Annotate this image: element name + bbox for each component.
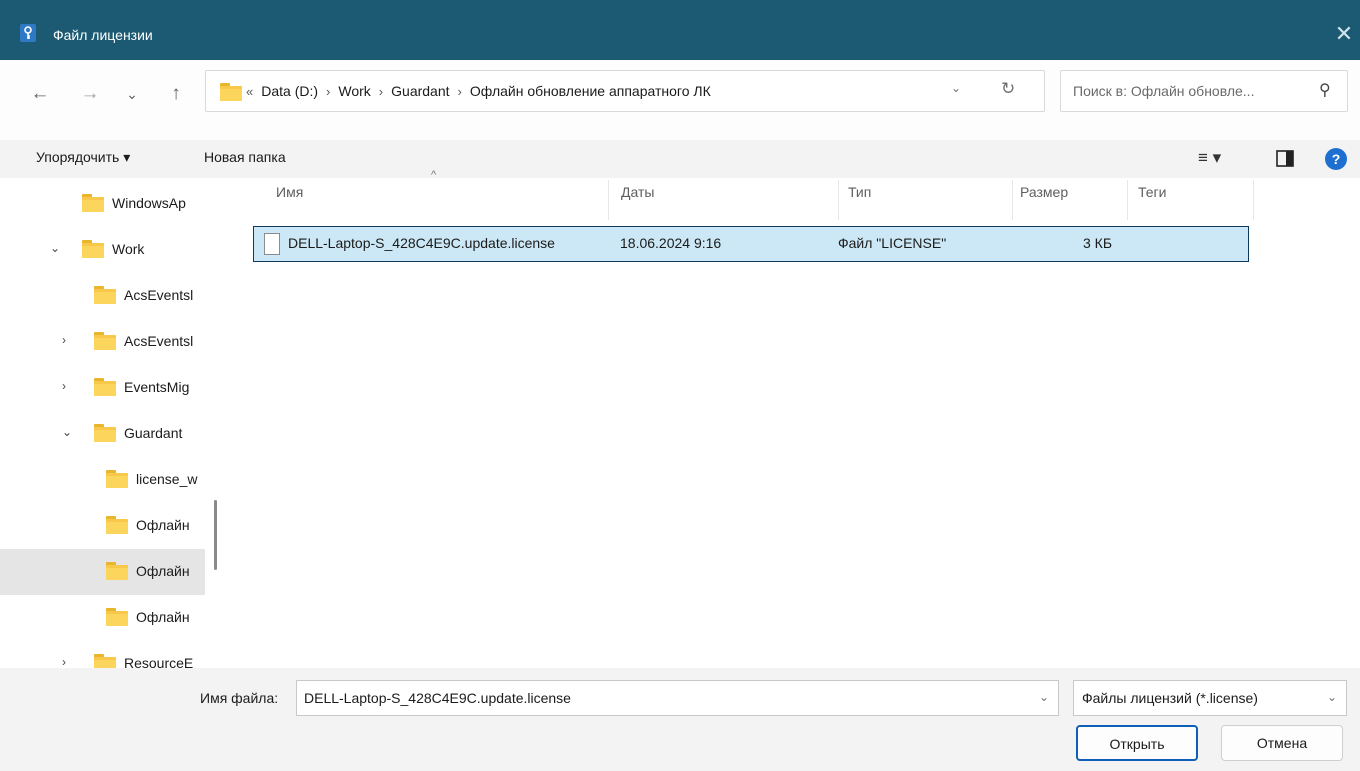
sidebar-item-label: Офлайн: [136, 517, 190, 533]
address-bar[interactable]: « Data (D:) › Work › Guardant › Офлайн о…: [205, 70, 1045, 112]
sidebar-item-work[interactable]: ⌄ Work: [0, 227, 205, 273]
sidebar-item-label: AcsEventsl: [124, 287, 194, 303]
sidebar-item-offline-2-selected[interactable]: Офлайн: [0, 549, 205, 595]
column-divider[interactable]: [1127, 180, 1128, 220]
sidebar-item-label: EventsMig: [124, 379, 190, 395]
chevron-right-icon[interactable]: ›: [62, 333, 66, 347]
breadcrumb-separator-icon: ›: [457, 83, 462, 99]
filename-label: Имя файла:: [200, 690, 279, 706]
chevron-right-icon[interactable]: ›: [62, 379, 66, 393]
chevron-down-icon[interactable]: ⌄: [62, 425, 72, 439]
filetype-selected-value: Файлы лицензий (*.license): [1082, 690, 1258, 706]
column-header-name[interactable]: Имя: [276, 184, 303, 220]
column-divider[interactable]: [1253, 180, 1254, 220]
title-bar: Файл лицензии ✕: [0, 0, 1360, 60]
navigation-pane: WindowsAp ⌄ Work AcsEventsl › AcsEventsl…: [0, 178, 230, 668]
command-toolbar: Упорядочить ▾ Новая папка ≡ ▾: [0, 140, 1360, 178]
sidebar-item-label: Офлайн: [136, 563, 190, 579]
forward-arrow-icon[interactable]: →: [74, 78, 106, 110]
column-header-size[interactable]: Размер: [1020, 184, 1068, 220]
sidebar-item-label: Work: [112, 241, 145, 257]
sidebar-item-windowsapps[interactable]: WindowsAp: [0, 181, 205, 227]
search-input[interactable]: [1061, 71, 1311, 111]
breadcrumb: « Data (D:) › Work › Guardant › Офлайн о…: [246, 83, 711, 99]
search-box[interactable]: ⚲: [1060, 70, 1348, 112]
sidebar-item-resource[interactable]: › ResourceE: [0, 641, 205, 668]
recent-locations-chevron-icon[interactable]: ⌄: [116, 78, 148, 110]
sidebar-scrollbar[interactable]: [214, 500, 217, 570]
filetype-select[interactable]: Файлы лицензий (*.license) ⌄: [1073, 680, 1347, 716]
chevron-right-icon[interactable]: ›: [62, 655, 66, 668]
sidebar-item-acsevents-1[interactable]: AcsEventsl: [0, 273, 205, 319]
file-size-cell: 3 КБ: [1083, 235, 1113, 251]
sidebar-item-offline-3[interactable]: Офлайн: [0, 595, 205, 641]
column-header-tags[interactable]: Теги: [1138, 184, 1166, 220]
address-dropdown-chevron-icon[interactable]: ⌄: [951, 81, 961, 95]
preview-pane-icon[interactable]: [1276, 150, 1294, 167]
sidebar-item-license-w[interactable]: license_w: [0, 457, 205, 503]
file-date-cell: 18.06.2024 9:16: [620, 235, 722, 251]
up-arrow-icon[interactable]: ↑: [160, 78, 192, 110]
column-header-date[interactable]: Даты: [621, 184, 654, 220]
chevron-down-icon[interactable]: ⌄: [1039, 690, 1049, 704]
back-arrow-icon[interactable]: ←: [24, 78, 56, 110]
chevron-down-icon[interactable]: ⌄: [1327, 690, 1337, 704]
column-divider[interactable]: [838, 180, 839, 220]
new-folder-button[interactable]: Новая папка: [204, 149, 286, 165]
column-header-type[interactable]: Тип: [848, 184, 871, 220]
cancel-button[interactable]: Отмена: [1221, 725, 1343, 761]
breadcrumb-item-data-d[interactable]: Data (D:): [261, 83, 318, 99]
window-title: Файл лицензии: [53, 27, 153, 43]
help-icon[interactable]: ?: [1325, 148, 1347, 170]
view-list-icon[interactable]: ≡ ▾: [1198, 148, 1221, 168]
breadcrumb-separator-icon: ›: [378, 83, 384, 99]
folder-icon: [220, 83, 242, 101]
sidebar-item-label: AcsEventsl: [124, 333, 194, 349]
search-icon[interactable]: ⚲: [1319, 80, 1331, 100]
sidebar-item-eventsmig[interactable]: › EventsMig: [0, 365, 205, 411]
breadcrumb-item-guardant[interactable]: Guardant: [391, 83, 449, 99]
filename-input[interactable]: [297, 681, 1027, 715]
sidebar-item-label: Guardant: [124, 425, 183, 441]
key-icon: [20, 24, 36, 42]
sidebar-item-acsevents-2[interactable]: › AcsEventsl: [0, 319, 205, 365]
column-divider[interactable]: [1012, 180, 1013, 220]
sidebar-item-label: WindowsAp: [112, 195, 186, 211]
close-icon[interactable]: ✕: [1328, 18, 1360, 50]
breadcrumb-item-work[interactable]: Work: [338, 83, 370, 99]
file-type-cell: Файл "LICENSE": [838, 235, 947, 251]
sidebar-item-label: ResourceE: [124, 655, 194, 668]
sidebar-item-label: license_w: [136, 471, 198, 487]
breadcrumb-item-current-folder[interactable]: Офлайн обновление аппаратного ЛК: [470, 83, 711, 99]
refresh-icon[interactable]: ↻: [1001, 79, 1015, 99]
sidebar-item-guardant[interactable]: ⌄ Guardant: [0, 411, 205, 457]
organize-button[interactable]: Упорядочить ▾: [36, 149, 130, 166]
column-divider[interactable]: [608, 180, 609, 220]
file-icon: [264, 233, 280, 255]
filename-combobox[interactable]: ⌄: [296, 680, 1059, 716]
file-name-cell: DELL-Laptop-S_428C4E9C.update.license: [288, 235, 555, 251]
breadcrumb-overflow[interactable]: «: [246, 84, 253, 99]
breadcrumb-separator-icon: ›: [326, 83, 331, 99]
sort-ascending-icon: ^: [431, 169, 437, 181]
table-row[interactable]: DELL-Laptop-S_428C4E9C.update.license 18…: [253, 226, 1249, 262]
sidebar-item-offline-1[interactable]: Офлайн: [0, 503, 205, 549]
sidebar-item-label: Офлайн: [136, 609, 190, 625]
open-button[interactable]: Открыть: [1076, 725, 1198, 761]
chevron-down-icon[interactable]: ⌄: [50, 241, 60, 255]
